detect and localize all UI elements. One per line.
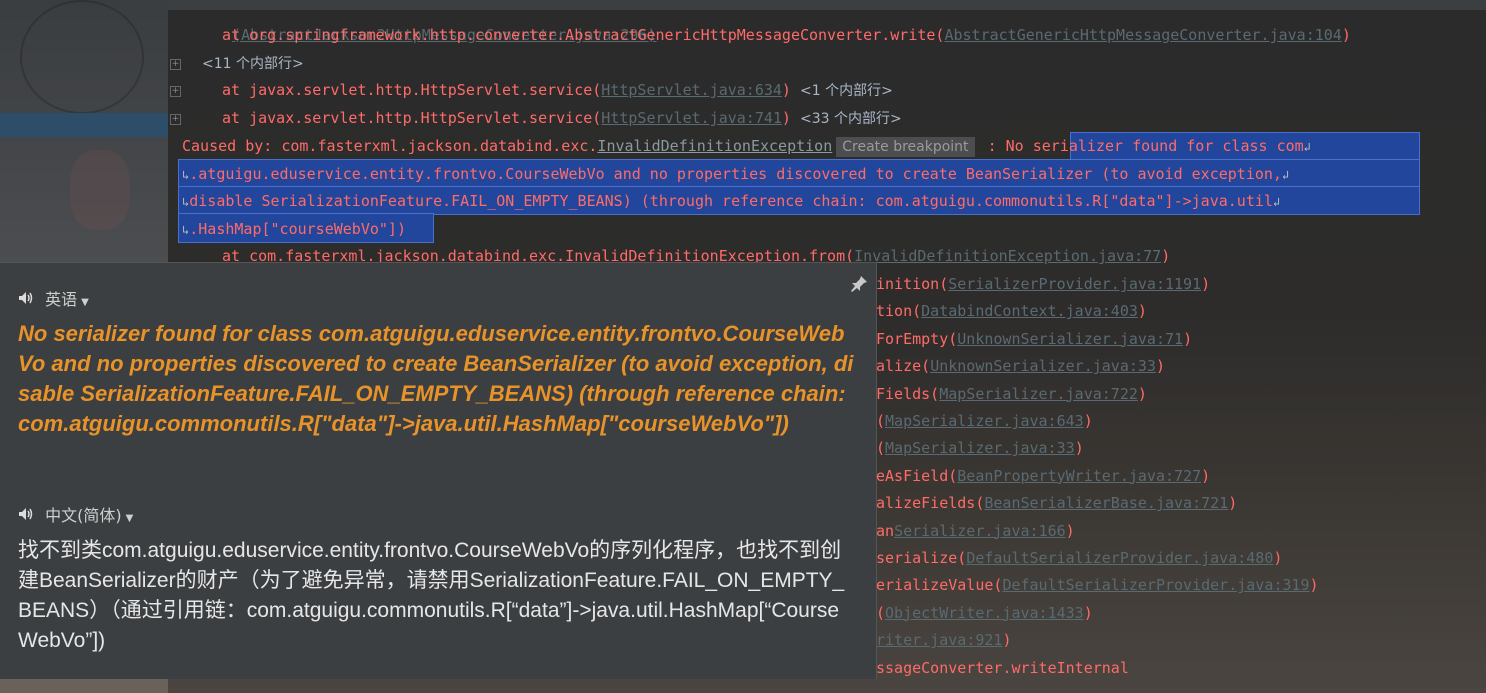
caused-by-line-wrap: ↳disable SerializationFeature.FAIL_ON_EM… bbox=[182, 192, 1281, 210]
soft-wrap-icon: ↲ bbox=[1272, 195, 1281, 209]
source-link[interactable]: DefaultSerializerProvider.java:319 bbox=[1002, 576, 1309, 594]
source-link[interactable]: HttpServlet.java:741 bbox=[601, 109, 782, 127]
stack-line: (MapSerializer.java:643) bbox=[876, 412, 1093, 430]
caused-by-line-wrap: ↳.atguigu.eduservice.entity.frontvo.Cour… bbox=[182, 165, 1290, 183]
stack-line: (MapSerializer.java:33) bbox=[876, 439, 1084, 458]
source-link[interactable]: UnknownSerializer.java:33 bbox=[930, 357, 1156, 375]
selected-tree-row[interactable] bbox=[0, 113, 168, 137]
source-link[interactable]: MapSerializer.java:643 bbox=[885, 412, 1084, 430]
source-link[interactable]: BeanPropertyWriter.java:727 bbox=[957, 467, 1201, 485]
source-link[interactable]: InvalidDefinitionException.java:77 bbox=[854, 247, 1161, 265]
stack-line: Fields(MapSerializer.java:722) bbox=[876, 384, 1147, 403]
stack-line: ForEmpty(UnknownSerializer.java:71) bbox=[876, 329, 1193, 348]
stack-line: erializeValue(DefaultSerializerProvider.… bbox=[876, 576, 1319, 595]
collapsed-internal-lines[interactable]: <33 个内部行> bbox=[800, 111, 902, 127]
stack-line: tion(DatabindContext.java:403) bbox=[876, 302, 1147, 321]
background-art-shape bbox=[70, 150, 130, 230]
source-link[interactable]: BeanSerializerBase.java:721 bbox=[984, 494, 1228, 512]
stack-line: at org.springframework.http.converter.Ab… bbox=[222, 26, 1351, 44]
translation-popup[interactable]: 英语 ▼ No serializer found for class com.at… bbox=[0, 262, 877, 679]
source-link[interactable]: DefaultSerializerProvider.java:480 bbox=[966, 549, 1273, 567]
source-link[interactable]: UnknownSerializer.java:71 bbox=[957, 330, 1183, 348]
source-link[interactable]: MapSerializer.java:722 bbox=[939, 385, 1138, 403]
target-language-selector[interactable]: 中文(简体) ▼ bbox=[18, 504, 133, 528]
create-breakpoint-tooltip[interactable]: Create breakpoint bbox=[836, 137, 975, 157]
background-art-circle bbox=[20, 0, 144, 114]
stack-line: (AbstractJackson2HttpMessageConverter.ja… bbox=[168, 0, 656, 44]
stack-line: anSerializer.java:166) bbox=[876, 521, 1075, 540]
caret-down-icon: ▼ bbox=[81, 297, 89, 308]
stack-line: (ObjectWriter.java:1433) bbox=[876, 603, 1093, 622]
target-language-label: 中文(简体) bbox=[45, 506, 122, 525]
pin-icon[interactable] bbox=[850, 275, 868, 297]
stack-line: serialize(DefaultSerializerProvider.java… bbox=[876, 549, 1283, 567]
source-text: No serializer found for class com.atguig… bbox=[18, 321, 854, 436]
source-link[interactable]: MapSerializer.java:33 bbox=[885, 439, 1075, 457]
stack-line: inition(SerializerProvider.java:1191) bbox=[876, 275, 1211, 293]
stack-line: alize(UnknownSerializer.java:33) bbox=[876, 357, 1165, 376]
speaker-icon[interactable] bbox=[18, 505, 40, 529]
caret-down-icon: ▼ bbox=[125, 513, 134, 524]
fold-expand-icon[interactable]: + bbox=[170, 59, 181, 70]
collapsed-internal-lines[interactable]: <1 个内部行> bbox=[800, 83, 893, 99]
stack-line: riter.java:921) bbox=[876, 631, 1012, 650]
source-link[interactable]: Serializer.java:166 bbox=[894, 522, 1066, 540]
source-link[interactable]: AbstractGenericHttpMessageConverter.java… bbox=[944, 26, 1341, 44]
caused-by-line: Caused by: com.fasterxml.jackson.databin… bbox=[182, 137, 1311, 157]
source-link[interactable]: SerializerProvider.java:1191 bbox=[948, 275, 1201, 293]
collapsed-internal-lines[interactable]: <11 个内部行> bbox=[202, 50, 304, 76]
source-language-selector[interactable]: 英语 ▼ bbox=[18, 288, 89, 312]
stack-line: at javax.servlet.http.HttpServlet.servic… bbox=[222, 109, 902, 127]
stack-line: ssageConverter.writeInternal bbox=[876, 658, 1129, 677]
speaker-icon[interactable] bbox=[18, 289, 40, 313]
source-link[interactable]: DatabindContext.java:403 bbox=[921, 302, 1138, 320]
source-link[interactable]: ObjectWriter.java:1433 bbox=[885, 604, 1084, 622]
exception-link[interactable]: InvalidDefinitionException bbox=[597, 137, 832, 155]
source-link[interactable]: HttpServlet.java:634 bbox=[601, 81, 782, 99]
stack-line: eAsField(BeanPropertyWriter.java:727) bbox=[876, 466, 1211, 485]
source-language-label: 英语 bbox=[45, 290, 78, 309]
caused-by-line-wrap: ↳.HashMap["courseWebVo"]) bbox=[182, 220, 406, 238]
translated-text: 找不到类com.atguigu.eduservice.entity.frontv… bbox=[18, 539, 845, 652]
stack-line: alizeFields(BeanSerializerBase.java:721) bbox=[876, 494, 1238, 513]
source-link[interactable]: riter.java:921 bbox=[876, 631, 1002, 649]
error-message: No serializer found for class com bbox=[1005, 137, 1304, 155]
soft-wrap-icon: ↲ bbox=[1303, 140, 1311, 154]
soft-wrap-icon: ↲ bbox=[1281, 168, 1290, 182]
stack-line: at javax.servlet.http.HttpServlet.servic… bbox=[222, 81, 893, 99]
